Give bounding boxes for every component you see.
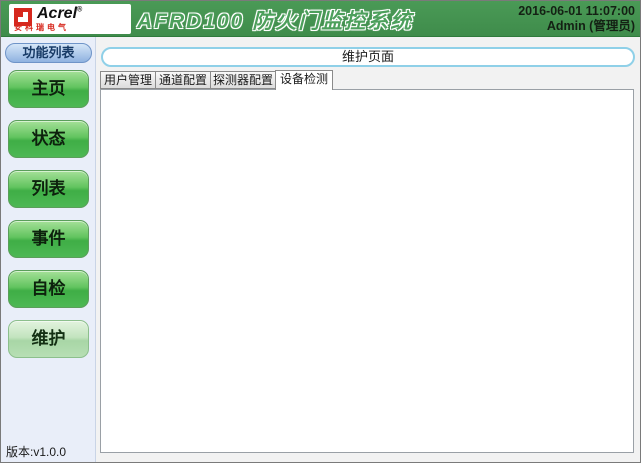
brand-subtitle: 安科瑞电气: [14, 22, 128, 33]
sidebar-item-maintenance[interactable]: 维护: [8, 320, 89, 358]
version-label: 版本:v1.0.0: [6, 443, 66, 460]
brand-name: Acrel®: [37, 5, 82, 23]
header-bar: Acrel® 安科瑞电气 AFRD100 防火门监控系统 2016-06-01 …: [1, 1, 641, 37]
datetime-label: 2016-06-01 11:07:00: [518, 4, 635, 19]
tab-detector-config[interactable]: 探测器配置: [210, 71, 276, 89]
logged-in-user: Admin (管理员): [518, 19, 635, 34]
app-window: Acrel® 安科瑞电气 AFRD100 防火门监控系统 2016-06-01 …: [0, 0, 641, 463]
tab-device-check[interactable]: 设备检测: [275, 70, 333, 90]
sidebar-item-home[interactable]: 主页: [8, 70, 89, 108]
sidebar-header: 功能列表: [5, 43, 92, 63]
header-status: 2016-06-01 11:07:00 Admin (管理员): [518, 4, 635, 34]
sidebar-item-status[interactable]: 状态: [8, 120, 89, 158]
sidebar-item-selftest[interactable]: 自检: [8, 270, 89, 308]
page-title: 维护页面: [101, 47, 635, 67]
acrel-logo: Acrel® 安科瑞电气: [9, 4, 131, 34]
sidebar-item-list[interactable]: 列表: [8, 170, 89, 208]
registered-mark: ®: [77, 7, 82, 14]
tab-channel-config[interactable]: 通道配置: [155, 71, 211, 89]
sidebar: 功能列表 主页 状态 列表 事件 自检 维护 版本:v1.0.0: [1, 37, 96, 463]
device-check-panel: [100, 89, 634, 453]
tab-user-management[interactable]: 用户管理: [100, 71, 156, 89]
sidebar-item-events[interactable]: 事件: [8, 220, 89, 258]
app-title: AFRD100 防火门监控系统: [137, 5, 413, 35]
